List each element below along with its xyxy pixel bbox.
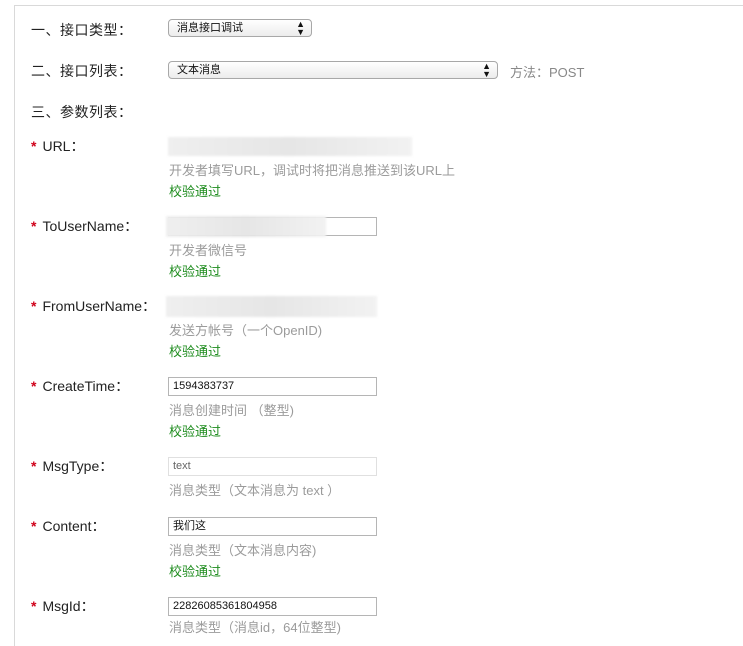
param-label-tousername: * ToUserName： (31, 218, 139, 234)
content-input[interactable]: 我们这 (168, 517, 377, 536)
content-validation-status: 校验通过 (169, 564, 222, 579)
required-mark: * (31, 138, 37, 154)
tousername-redacted (166, 216, 326, 237)
param-list-label: 三、参数列表： (31, 104, 133, 120)
interface-list-value: 文本消息 (177, 64, 221, 76)
fromusername-validation-status: 校验通过 (169, 344, 222, 359)
msgid-hint: 消息类型（消息id，64位整型) (169, 620, 341, 635)
interface-list-label: 二、接口列表： (31, 63, 133, 79)
msgtype-input: text (168, 457, 377, 476)
select-arrows-icon: ▲ ▼ (296, 19, 305, 37)
select-arrows-icon: ▲ ▼ (482, 61, 491, 79)
required-mark: * (31, 298, 37, 314)
interface-type-value: 消息接口调试 (177, 22, 243, 34)
fromusername-input[interactable] (166, 296, 377, 317)
param-label-msgid: * MsgId： (31, 598, 95, 614)
createtime-hint: 消息创建时间 （整型) (169, 403, 294, 418)
url-validation-status: 校验通过 (169, 184, 222, 199)
required-mark: * (31, 378, 37, 394)
interface-type-select[interactable]: 消息接口调试 ▲ ▼ (168, 19, 312, 37)
required-mark: * (31, 518, 37, 534)
url-hint: 开发者填写URL，调试时将把消息推送到该URL上 (169, 163, 456, 178)
method-text: 方法：POST (510, 65, 585, 80)
param-label-createtime: * CreateTime： (31, 378, 130, 394)
required-mark: * (31, 218, 37, 234)
fromusername-hint: 发送方帐号（一个OpenID) (169, 323, 323, 338)
interface-type-label: 一、接口类型： (31, 22, 133, 38)
msgid-input[interactable]: 22826085361804958 (168, 597, 377, 616)
createtime-input[interactable]: 1594383737 (168, 377, 377, 396)
content-hint: 消息类型（文本消息内容) (169, 543, 317, 558)
createtime-validation-status: 校验通过 (169, 424, 222, 439)
interface-list-select[interactable]: 文本消息 ▲ ▼ (168, 61, 498, 79)
param-label-url: * URL： (31, 138, 85, 154)
param-label-content: * Content： (31, 518, 106, 534)
tousername-hint: 开发者微信号 (169, 243, 248, 258)
url-input[interactable] (168, 137, 412, 156)
tousername-validation-status: 校验通过 (169, 264, 222, 279)
required-mark: * (31, 458, 37, 474)
param-label-msgtype: * MsgType： (31, 458, 114, 474)
msgtype-hint: 消息类型（文本消息为 text ） (169, 483, 341, 498)
required-mark: * (31, 598, 37, 614)
param-label-fromusername: * FromUserName： (31, 298, 157, 314)
